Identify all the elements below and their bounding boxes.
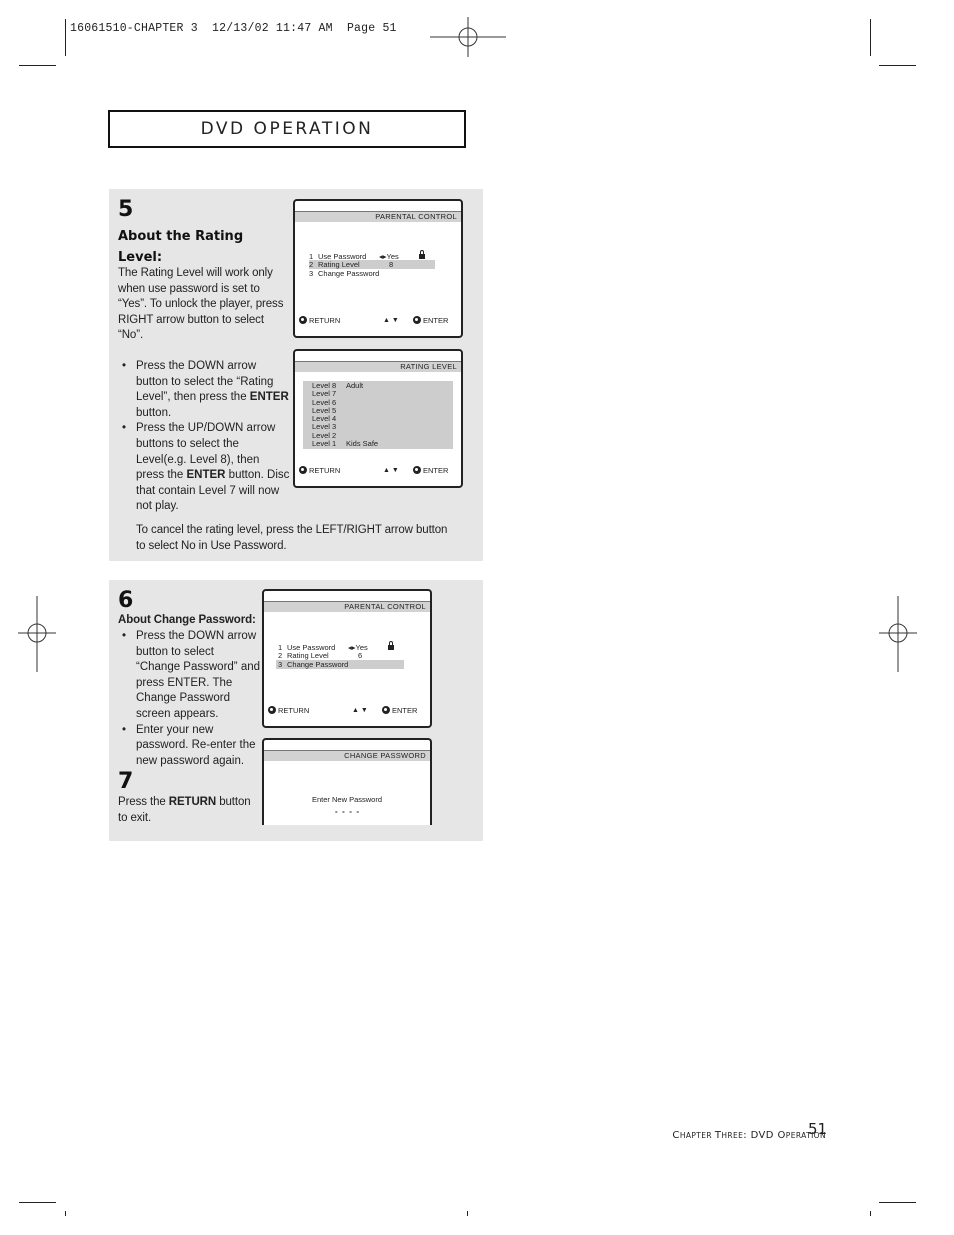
enter-button[interactable]: ENTER (413, 466, 448, 476)
password-prompt: Enter New Password (311, 795, 383, 804)
chapter-footer-part: : DVD (743, 1130, 778, 1141)
return-icon (268, 706, 276, 714)
screen-footer: RETURN ▲ ▼ ENTER (268, 706, 426, 716)
step-heading-line: Level: (118, 250, 163, 265)
step-heading: About Change Password: (118, 614, 256, 626)
section-title: DVD OPERATION (108, 110, 466, 148)
crop-mark (19, 65, 56, 66)
parental-control-screen: PARENTAL CONTROL 1 Use Password ◂▸Yes 2 Rat… (293, 199, 463, 338)
screen-crop-mask (260, 825, 436, 841)
crop-mark (879, 65, 916, 66)
return-button[interactable]: RETURN (268, 706, 309, 716)
registration-mark-icon (18, 596, 56, 672)
crop-mark (870, 1211, 871, 1216)
registration-mark-icon (430, 17, 506, 57)
step-6-bullets: Press the DOWN arrow button to select “C… (118, 629, 260, 769)
return-button[interactable]: RETURN (299, 316, 340, 326)
up-down-arrows-icon: ▲ ▼ (383, 467, 399, 474)
bullet-item: Enter your new password. Re-enter the ne… (118, 723, 260, 770)
return-icon (299, 466, 307, 474)
section-title-rest: PERATION (269, 119, 374, 139)
screen-title: PARENTAL CONTROL (295, 211, 461, 222)
menu-item-rating-level[interactable]: 2 Rating Level 8 (309, 260, 435, 269)
step-number: 5 (118, 197, 134, 222)
step-5-bullets: Press the DOWN arrow button to select th… (118, 359, 290, 515)
crop-mark (65, 1211, 66, 1216)
step-intro: The Rating Level will work only when use… (118, 267, 284, 342)
screen-title: CHANGE PASSWORD (264, 750, 430, 761)
chapter-footer: CHAPTER THREE: DVD OPERATION (672, 1123, 826, 1142)
enter-button[interactable]: ENTER (413, 316, 448, 326)
print-slug: 16061510-CHAPTER 3 12/13/02 11:47 AM Pag… (70, 22, 397, 35)
enter-icon (413, 316, 421, 324)
screen-footer: RETURN ▲ ▼ ENTER (299, 316, 457, 326)
menu-item-change-password[interactable]: 3 Change Password (276, 660, 404, 669)
step-heading: About the Rating Level: (118, 226, 288, 268)
page-number: 51 (808, 1120, 828, 1138)
menu-item-use-password[interactable]: 1 Use Password ◂▸Yes (276, 641, 404, 652)
enter-button[interactable]: ENTER (382, 706, 417, 716)
menu-item-change-password[interactable]: 3 Change Password (309, 269, 435, 278)
parental-control-screen: PARENTAL CONTROL 1 Use Password ◂▸Yes 2 Rat… (262, 589, 432, 728)
up-down-arrows-icon: ▲ ▼ (383, 317, 399, 324)
parental-menu: 1 Use Password ◂▸Yes 2 Rating Level 6 3 Chang… (276, 641, 404, 669)
bullet-item: Press the DOWN arrow button to select “C… (118, 629, 260, 723)
step-number: 6 (118, 588, 134, 613)
return-icon (299, 316, 307, 324)
password-input[interactable]: - - - - (264, 807, 430, 816)
change-password-screen: CHANGE PASSWORD Enter New Password - - -… (262, 738, 432, 838)
chapter-footer-part: HREE (721, 1131, 744, 1140)
cancel-note: To cancel the rating level, press the LE… (136, 524, 448, 552)
lock-icon (419, 250, 425, 259)
step-heading-line: About the Rating (118, 229, 244, 244)
section-title-cap: O (253, 119, 270, 139)
rating-level-screen: RATING LEVEL Level 8 Adult Level 7 Level … (293, 349, 463, 488)
crop-mark (870, 19, 871, 56)
section-title-word: DVD (200, 119, 246, 139)
menu-item-use-password[interactable]: 1 Use Password ◂▸Yes (309, 250, 435, 261)
step-number: 7 (118, 769, 134, 794)
bullet-item: Press the DOWN arrow button to select th… (118, 359, 290, 421)
rating-level-list: Level 8 Adult Level 7 Level 6 Level 5 Lev… (303, 381, 453, 449)
chapter-footer-part: O (777, 1130, 786, 1141)
registration-mark-icon (879, 596, 917, 672)
chapter-footer-part: HAPTER (679, 1131, 715, 1140)
up-down-arrows-icon: ▲ ▼ (352, 707, 368, 714)
return-button[interactable]: RETURN (299, 466, 340, 476)
crop-mark (879, 1202, 916, 1203)
screen-title: PARENTAL CONTROL (264, 601, 430, 612)
parental-menu: 1 Use Password ◂▸Yes 2 Rating Level 8 3 Chang… (309, 250, 435, 278)
enter-icon (382, 706, 390, 714)
screen-footer: RETURN ▲ ▼ ENTER (299, 466, 457, 476)
lock-icon (388, 641, 394, 650)
chapter-footer-part: C (672, 1130, 680, 1141)
crop-mark (467, 1211, 468, 1216)
rating-level-item[interactable]: Level 1 Kids Safe (303, 439, 453, 448)
crop-mark (19, 1202, 56, 1203)
enter-icon (413, 466, 421, 474)
step-7-text: Press the RETURN button to exit. (118, 796, 251, 824)
bullet-item: Press the UP/DOWN arrow buttons to selec… (118, 421, 290, 515)
crop-mark (65, 19, 66, 56)
menu-item-rating-level[interactable]: 2 Rating Level 6 (276, 651, 404, 660)
screen-title: RATING LEVEL (295, 361, 461, 372)
